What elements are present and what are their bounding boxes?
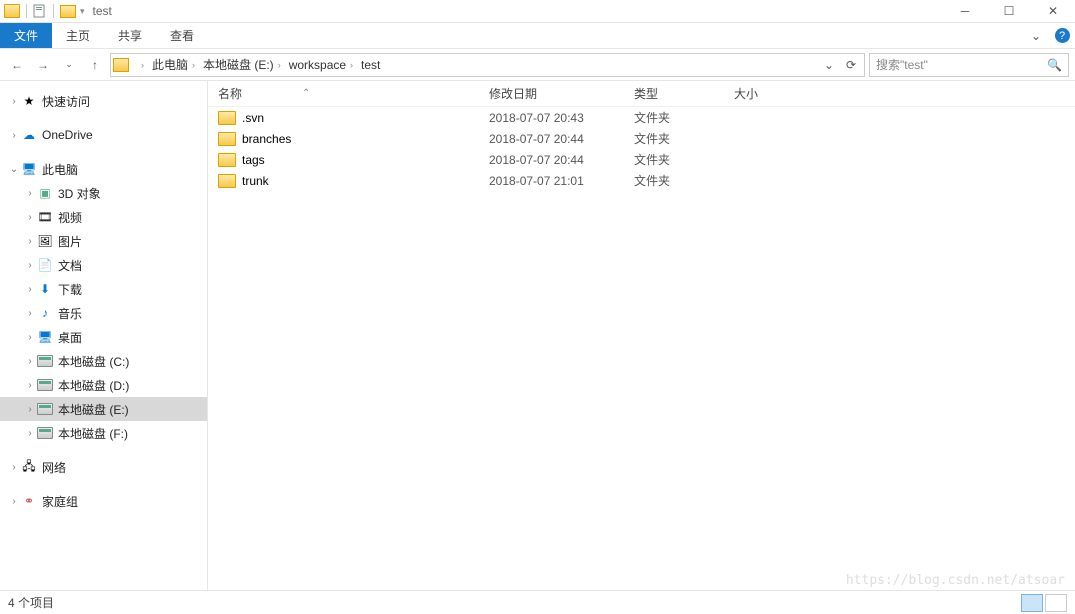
file-name: trunk	[236, 174, 489, 188]
tree-quick-access[interactable]: ›★快速访问	[0, 89, 207, 113]
dropdown-icon[interactable]: ▾	[80, 6, 85, 17]
expand-ribbon-icon[interactable]: ⌄	[1023, 23, 1049, 48]
file-date: 2018-07-07 20:44	[489, 132, 634, 146]
table-row[interactable]: branches2018-07-07 20:44文件夹	[208, 128, 1075, 149]
crumb-drive[interactable]: 本地磁盘 (E:)›	[199, 54, 285, 76]
app-folder-icon	[4, 4, 20, 18]
crumb-test[interactable]: test	[357, 54, 384, 76]
file-name: branches	[236, 132, 489, 146]
tree-downloads[interactable]: ›⬇下载	[0, 277, 207, 301]
col-name[interactable]: 名称⌃	[208, 85, 479, 102]
tree-drive-c[interactable]: ›本地磁盘 (C:)	[0, 349, 207, 373]
table-row[interactable]: trunk2018-07-07 21:01文件夹	[208, 170, 1075, 191]
crumb-root[interactable]: ›	[133, 54, 148, 76]
col-date[interactable]: 修改日期	[479, 85, 624, 102]
search-input[interactable]: 搜索"test" 🔍	[869, 53, 1069, 77]
tree-documents[interactable]: ›📄文档	[0, 253, 207, 277]
file-name: tags	[236, 153, 489, 167]
minimize-button[interactable]: ─	[943, 0, 987, 23]
quick-access-toolbar: ▾	[0, 4, 85, 18]
tree-3d-objects[interactable]: ›▣3D 对象	[0, 181, 207, 205]
file-type: 文件夹	[634, 151, 734, 168]
separator	[53, 4, 54, 18]
col-type[interactable]: 类型	[624, 85, 724, 102]
view-details-button[interactable]	[1021, 594, 1043, 612]
view-large-button[interactable]	[1045, 594, 1067, 612]
tree-onedrive[interactable]: ›☁OneDrive	[0, 123, 207, 147]
file-name: .svn	[236, 111, 489, 125]
tree-homegroup[interactable]: ›⚭家庭组	[0, 489, 207, 513]
col-size[interactable]: 大小	[724, 85, 804, 102]
tree-drive-d[interactable]: ›本地磁盘 (D:)	[0, 373, 207, 397]
folder-icon	[218, 153, 236, 167]
navigation-pane[interactable]: ›★快速访问 ›☁OneDrive ⌄🖥此电脑 ›▣3D 对象 ›🎞视频 ›🖼图…	[0, 81, 208, 590]
column-headers[interactable]: 名称⌃ 修改日期 类型 大小	[208, 81, 1075, 107]
history-dropdown-icon[interactable]: ⌄	[818, 58, 840, 72]
file-rows: .svn2018-07-07 20:43文件夹branches2018-07-0…	[208, 107, 1075, 590]
table-row[interactable]: .svn2018-07-07 20:43文件夹	[208, 107, 1075, 128]
up-button[interactable]: ↑	[84, 53, 106, 77]
maximize-button[interactable]: ☐	[987, 0, 1031, 23]
file-type: 文件夹	[634, 109, 734, 126]
refresh-icon[interactable]: ⟳	[840, 58, 862, 72]
tree-drive-f[interactable]: ›本地磁盘 (F:)	[0, 421, 207, 445]
item-count: 4 个项目	[8, 594, 54, 611]
tree-this-pc[interactable]: ⌄🖥此电脑	[0, 157, 207, 181]
title-bar: ▾ test ─ ☐ ✕	[0, 0, 1075, 23]
tree-network[interactable]: ›🖧网络	[0, 455, 207, 479]
search-placeholder: 搜索"test"	[876, 56, 928, 73]
address-bar[interactable]: › 此电脑› 本地磁盘 (E:)› workspace› test ⌄ ⟳	[110, 53, 865, 77]
address-row: ← → ⌄ ↑ › 此电脑› 本地磁盘 (E:)› workspace› tes…	[0, 49, 1075, 81]
separator	[26, 4, 27, 18]
status-bar: 4 个项目	[0, 590, 1075, 614]
tab-home[interactable]: 主页	[52, 23, 104, 48]
tree-pictures[interactable]: ›🖼图片	[0, 229, 207, 253]
sort-indicator-icon: ⌃	[302, 88, 310, 99]
close-button[interactable]: ✕	[1031, 0, 1075, 23]
tab-view[interactable]: 查看	[156, 23, 208, 48]
folder-icon	[218, 111, 236, 125]
folder-icon	[218, 132, 236, 146]
properties-icon[interactable]	[33, 4, 47, 18]
back-button[interactable]: ←	[6, 53, 28, 77]
help-button[interactable]: ?	[1049, 23, 1075, 48]
file-date: 2018-07-07 20:44	[489, 153, 634, 167]
file-type: 文件夹	[634, 172, 734, 189]
tree-music[interactable]: ›♪音乐	[0, 301, 207, 325]
file-date: 2018-07-07 20:43	[489, 111, 634, 125]
crumb-thispc[interactable]: 此电脑›	[148, 54, 199, 76]
tree-drive-e[interactable]: ›本地磁盘 (E:)	[0, 397, 207, 421]
tree-videos[interactable]: ›🎞视频	[0, 205, 207, 229]
folder-icon	[218, 174, 236, 188]
folder-icon	[113, 58, 129, 72]
tree-desktop[interactable]: ›🖥桌面	[0, 325, 207, 349]
ribbon: 文件 主页 共享 查看 ⌄ ?	[0, 23, 1075, 49]
file-date: 2018-07-07 21:01	[489, 174, 634, 188]
file-type: 文件夹	[634, 130, 734, 147]
tab-share[interactable]: 共享	[104, 23, 156, 48]
crumb-workspace[interactable]: workspace›	[285, 54, 357, 76]
file-list-pane: 名称⌃ 修改日期 类型 大小 .svn2018-07-07 20:43文件夹br…	[208, 81, 1075, 590]
table-row[interactable]: tags2018-07-07 20:44文件夹	[208, 149, 1075, 170]
folder-icon[interactable]	[60, 5, 76, 18]
window-title: test	[93, 4, 112, 18]
forward-button[interactable]: →	[32, 53, 54, 77]
search-icon[interactable]: 🔍	[1047, 58, 1062, 72]
recent-dropdown[interactable]: ⌄	[58, 53, 80, 77]
tab-file[interactable]: 文件	[0, 23, 52, 48]
